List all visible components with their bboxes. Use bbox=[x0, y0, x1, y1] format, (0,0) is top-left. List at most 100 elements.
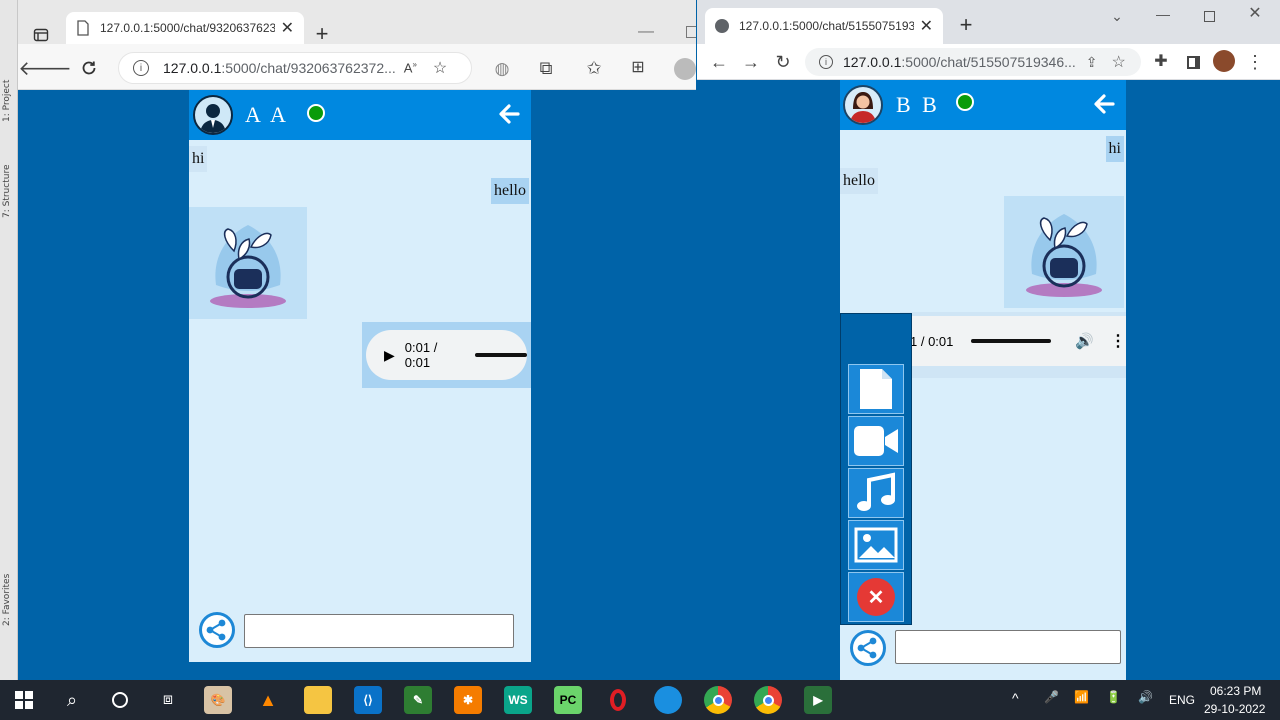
search-icon[interactable]: ⌕ bbox=[58, 686, 86, 714]
edge-active-tab[interactable]: 127.0.0.1:5000/chat/932063762372 ✕ bbox=[66, 12, 304, 44]
info-icon[interactable]: i bbox=[819, 55, 833, 69]
battery-icon[interactable]: 🔋 bbox=[1106, 690, 1121, 704]
language-indicator[interactable]: ENG bbox=[1169, 693, 1195, 707]
avatar[interactable] bbox=[193, 95, 233, 135]
vscode-icon[interactable]: ⟨⟩ bbox=[354, 686, 382, 714]
new-tab-icon[interactable]: + bbox=[955, 14, 977, 36]
message-bubble-incoming: hi bbox=[189, 146, 208, 172]
volume-icon[interactable]: 🔊 bbox=[1075, 332, 1094, 350]
browser-essentials-icon[interactable]: ◍ bbox=[492, 58, 512, 78]
attach-image-button[interactable] bbox=[848, 520, 904, 570]
microphone-icon[interactable]: 🎤 bbox=[1044, 690, 1059, 704]
start-icon[interactable] bbox=[10, 686, 38, 714]
avatar[interactable] bbox=[843, 85, 883, 125]
chrome-tab-bar: 127.0.0.1:5000/chat/515507519346 ✕ + ⌄ —… bbox=[697, 0, 1280, 44]
extensions-icon[interactable]: ✚ bbox=[1151, 52, 1171, 72]
vlc-icon[interactable]: ▲ bbox=[254, 686, 282, 714]
image-message[interactable] bbox=[1004, 196, 1124, 308]
edge-address-bar[interactable]: i 127.0.0.1:5000/chat/932063762372... A»… bbox=[118, 52, 472, 84]
refresh-icon[interactable]: ↻ bbox=[773, 52, 793, 72]
chrome-profile-taskbar-icon[interactable] bbox=[754, 686, 782, 714]
close-tab-icon[interactable]: ✕ bbox=[281, 18, 294, 38]
profile-icon[interactable] bbox=[674, 58, 696, 80]
attach-music-button[interactable] bbox=[848, 468, 904, 518]
audio-menu-icon[interactable]: ⋮ bbox=[1110, 331, 1126, 351]
chrome-active-tab[interactable]: 127.0.0.1:5000/chat/515507519346 ✕ bbox=[705, 8, 943, 44]
task-view-icon[interactable]: ⧈ bbox=[154, 686, 182, 714]
share-button[interactable] bbox=[850, 630, 886, 666]
back-icon[interactable]: ← bbox=[709, 52, 729, 72]
webstorm-icon[interactable]: WS bbox=[504, 686, 532, 714]
info-icon[interactable]: i bbox=[133, 60, 149, 76]
audio-player[interactable]: 1 / 0:01 🔊 ⋮ bbox=[900, 316, 1126, 366]
volume-icon[interactable]: 🔊 bbox=[1138, 690, 1153, 704]
back-arrow-icon[interactable] bbox=[497, 102, 521, 126]
share-page-icon[interactable]: ⇪ bbox=[1086, 54, 1098, 71]
paint-icon[interactable]: 🎨 bbox=[204, 686, 232, 714]
audio-message: ▶ 0:01 / 0:01 bbox=[362, 322, 531, 388]
profile-avatar-icon[interactable] bbox=[1213, 50, 1235, 72]
chat-header: A A bbox=[189, 90, 531, 140]
share-button[interactable] bbox=[199, 612, 235, 648]
clock-time[interactable]: 06:23 PM bbox=[1210, 684, 1261, 698]
file-explorer-icon[interactable] bbox=[304, 686, 332, 714]
video-icon bbox=[854, 426, 898, 456]
close-window-icon[interactable]: ✕ bbox=[1245, 4, 1265, 24]
chrome-taskbar-icon[interactable] bbox=[704, 686, 732, 714]
message-input[interactable] bbox=[244, 614, 514, 648]
maximize-icon[interactable] bbox=[1199, 6, 1219, 26]
extensions-icon[interactable]: ⧉ bbox=[536, 58, 556, 78]
minimize-icon[interactable]: — bbox=[636, 22, 656, 42]
bookmark-star-icon[interactable]: ☆ bbox=[1112, 52, 1126, 72]
chrome-toolbar: ← → ↻ i 127.0.0.1:5000/chat/515507519346… bbox=[697, 44, 1280, 80]
tab-actions-icon[interactable] bbox=[32, 26, 50, 44]
read-aloud-icon[interactable]: A» bbox=[404, 60, 417, 75]
ide-structure-tab[interactable]: 7: Structure bbox=[2, 148, 16, 219]
wifi-icon[interactable]: 📶 bbox=[1074, 690, 1089, 704]
attach-file-button[interactable] bbox=[848, 364, 904, 414]
chrome-address-bar[interactable]: i 127.0.0.1:5000/chat/515507519346... ⇪ … bbox=[805, 48, 1141, 76]
play-icon[interactable]: ▶ bbox=[384, 347, 395, 364]
back-arrow-icon[interactable] bbox=[1092, 92, 1116, 116]
tab-search-icon[interactable]: ⌄ bbox=[1107, 6, 1127, 26]
menu-kebab-icon[interactable]: ⋮ bbox=[1246, 52, 1264, 72]
file-icon bbox=[860, 369, 892, 409]
globe-icon bbox=[715, 19, 729, 33]
audio-player[interactable]: ▶ 0:01 / 0:01 bbox=[366, 330, 527, 380]
notepad-plus-icon[interactable]: ✎ bbox=[404, 686, 432, 714]
cortana-icon[interactable] bbox=[106, 686, 134, 714]
ide-favorites-tab[interactable]: 2: Favorites bbox=[2, 556, 16, 626]
forward-icon[interactable]: → bbox=[741, 52, 761, 72]
xampp-icon[interactable]: ✱ bbox=[454, 686, 482, 714]
add-favorite-icon[interactable]: ☆ bbox=[433, 58, 447, 78]
edge-url-path: :5000/chat/932063762372... bbox=[221, 60, 396, 76]
back-icon[interactable]: 🡐 bbox=[18, 58, 72, 80]
online-status-icon bbox=[307, 104, 325, 122]
opera-icon[interactable] bbox=[604, 686, 632, 714]
ide-project-tab[interactable]: 1: Project bbox=[2, 62, 16, 122]
pycharm-icon[interactable]: PC bbox=[554, 686, 582, 714]
maximize-icon[interactable] bbox=[682, 22, 696, 42]
clock-date[interactable]: 29-10-2022 bbox=[1204, 702, 1265, 716]
audio-progress-slider[interactable] bbox=[474, 353, 527, 357]
edge-taskbar-icon[interactable] bbox=[654, 686, 682, 714]
edge-tab-bar: 127.0.0.1:5000/chat/932063762372 ✕ + — bbox=[18, 0, 696, 45]
attachment-menu: ✕ bbox=[840, 313, 912, 625]
audio-progress-slider[interactable] bbox=[971, 339, 1052, 343]
online-status-icon bbox=[956, 93, 974, 111]
close-attach-button[interactable]: ✕ bbox=[848, 572, 904, 622]
contact-name: B B bbox=[896, 92, 940, 117]
side-panel-icon[interactable] bbox=[1183, 52, 1203, 72]
attach-video-button[interactable] bbox=[848, 416, 904, 466]
new-tab-icon[interactable]: + bbox=[312, 23, 332, 45]
close-tab-icon[interactable]: ✕ bbox=[920, 16, 933, 36]
refresh-icon[interactable] bbox=[78, 57, 100, 79]
collections-icon[interactable]: ⊞ bbox=[628, 58, 648, 78]
tray-chevron-icon[interactable]: ^ bbox=[1012, 690, 1019, 706]
minimize-icon[interactable]: — bbox=[1153, 4, 1173, 24]
message-bubble-outgoing: hello bbox=[491, 178, 529, 204]
image-message[interactable] bbox=[189, 207, 307, 319]
pycharm-run-icon[interactable]: ▶ bbox=[804, 686, 832, 714]
favorites-icon[interactable]: ✩ bbox=[584, 58, 604, 78]
message-input[interactable] bbox=[895, 630, 1121, 664]
